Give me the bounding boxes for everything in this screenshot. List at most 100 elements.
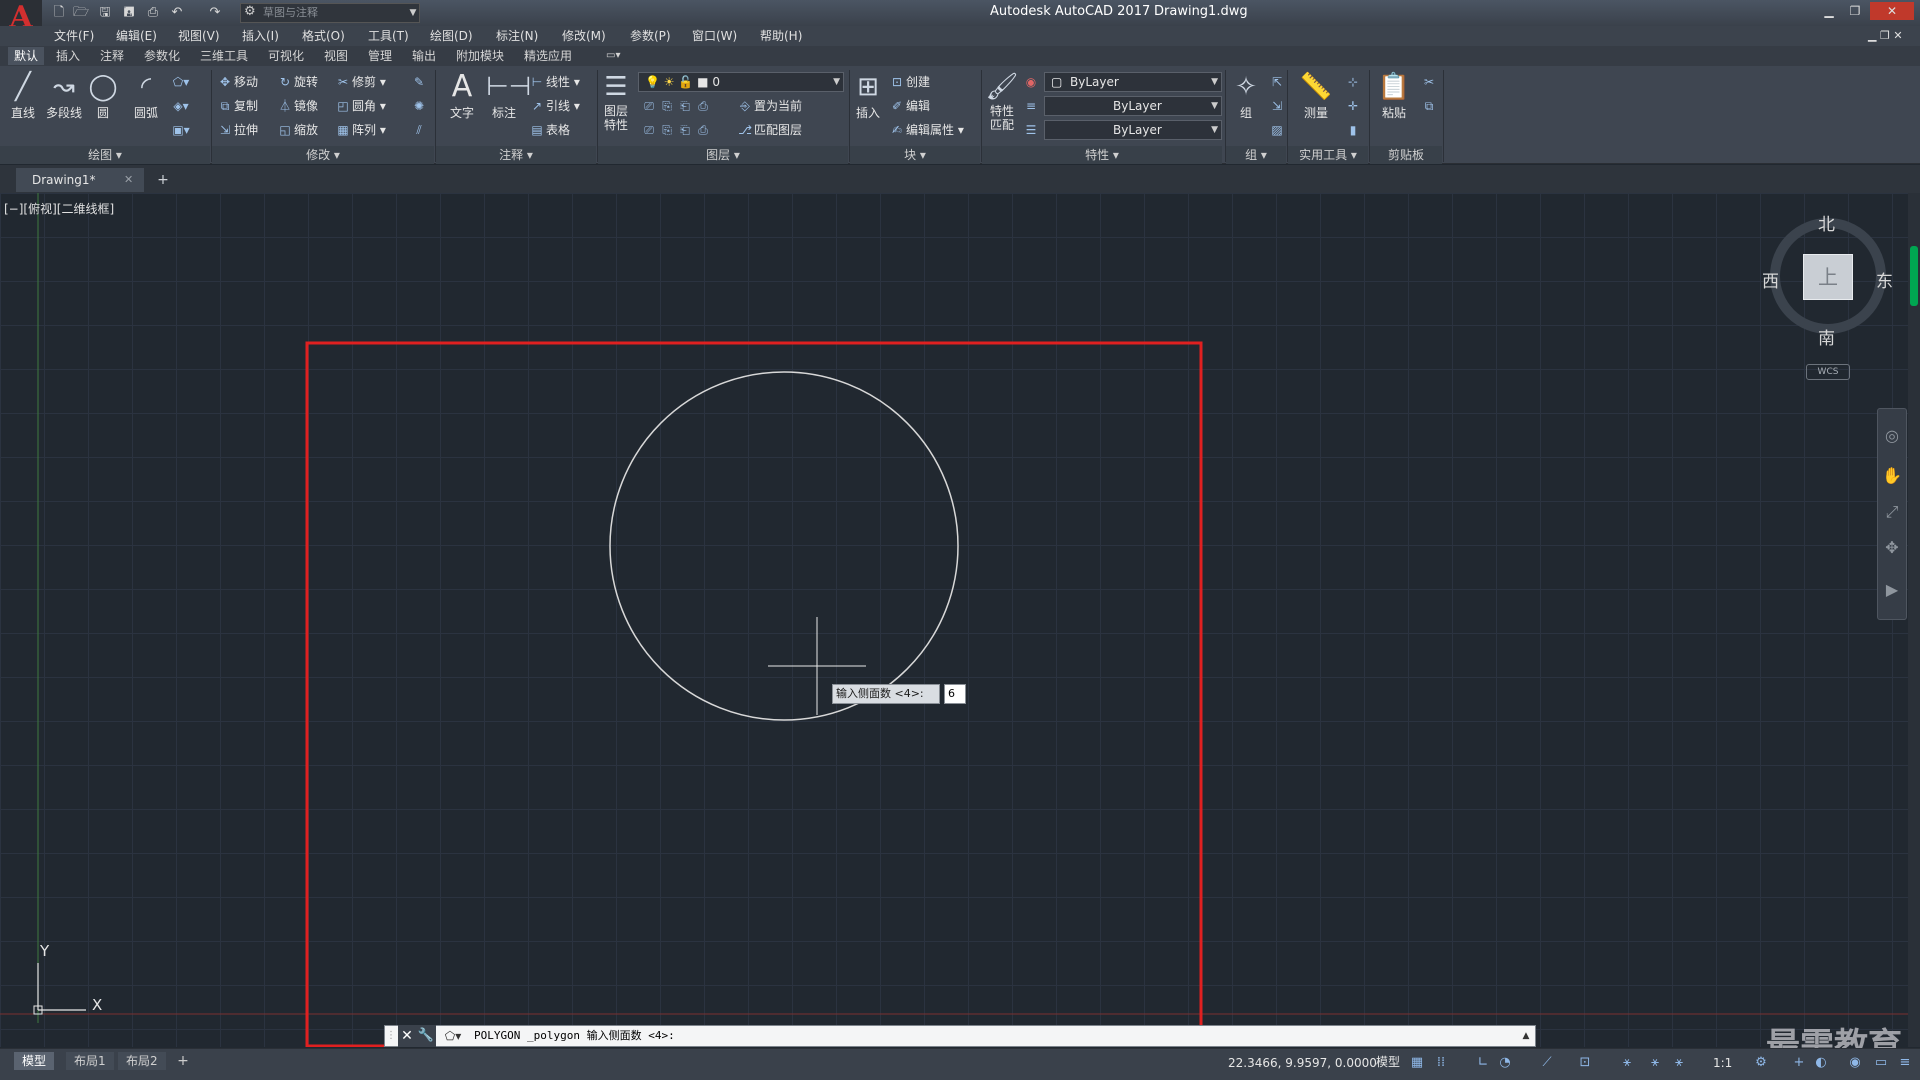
add-tab-icon[interactable]: + xyxy=(154,171,172,189)
viewcube-top-face[interactable]: 上 xyxy=(1803,254,1853,300)
layer-tools-row2-icon[interactable]: ⎚ ⎘ ⎗ ⎙ xyxy=(640,120,712,140)
menu-file[interactable]: 文件(F) xyxy=(54,27,94,45)
command-line-text[interactable]: POLYGON _polygon 输入侧面数 <4>: xyxy=(474,1025,675,1047)
coordinate-readout[interactable]: 22.3466, 9.9597, 0.0000 xyxy=(1228,1056,1377,1070)
layout-tab-layout2[interactable]: 布局2 xyxy=(118,1052,166,1070)
grid-icon[interactable]: ▦ xyxy=(1408,1054,1426,1072)
tab-visualize[interactable]: 可视化 xyxy=(262,47,310,65)
region-tool-icon[interactable]: ▣▾ xyxy=(172,120,190,140)
offset-icon[interactable]: ⫽ xyxy=(410,120,428,140)
linear-dim-button[interactable]: ⊢ 线性 ▾ xyxy=(528,72,580,92)
compass-west[interactable]: 西 xyxy=(1762,267,1779,292)
compass-east[interactable]: 东 xyxy=(1876,267,1893,292)
compass-north[interactable]: 北 xyxy=(1818,210,1835,235)
undo-icon[interactable]: ↶ xyxy=(168,4,186,21)
set-current-layer-button[interactable]: ⎆ 置为当前 xyxy=(736,96,802,116)
match-properties-button[interactable]: 🖌 特性 匹配 xyxy=(984,70,1020,132)
tab-annotate[interactable]: 注释 xyxy=(94,47,130,65)
layer-dropdown[interactable]: 💡 ☀ 🔓 ■ 0 ▼ xyxy=(638,72,844,92)
match-layer-button[interactable]: ⎇ 匹配图层 xyxy=(736,120,802,140)
utilities-panel-label[interactable]: 实用工具 ▾ xyxy=(1288,146,1368,164)
model-space-button[interactable]: 模型 xyxy=(1376,1053,1400,1070)
dynamic-input-field[interactable]: 6 xyxy=(944,684,966,704)
tab-manage[interactable]: 管理 xyxy=(362,47,398,65)
leader-button[interactable]: ↗ 引线 ▾ xyxy=(528,96,580,116)
point-style-icon[interactable]: ⊹ xyxy=(1344,72,1362,92)
close-window-icon[interactable]: ✕ xyxy=(1870,2,1914,20)
move-button[interactable]: ✥ 移动 xyxy=(216,72,258,92)
drag-handle-icon[interactable]: ⋮ xyxy=(386,1027,396,1045)
rotate-button[interactable]: ↻ 旋转 xyxy=(276,72,318,92)
explode-icon[interactable]: ✺ xyxy=(410,96,428,116)
save-icon[interactable]: 🖫 xyxy=(96,4,114,21)
cut-icon[interactable]: ✂ xyxy=(1420,72,1438,92)
block-panel-label[interactable]: 块 ▾ xyxy=(850,146,980,164)
copy-clip-icon[interactable]: ⧉ xyxy=(1420,96,1438,116)
hatch-tool-icon[interactable]: ◈▾ xyxy=(172,96,190,116)
tab-3d-tools[interactable]: 三维工具 xyxy=(194,47,254,65)
hardware-acceleration-icon[interactable]: ◉ xyxy=(1846,1054,1864,1072)
tab-view[interactable]: 视图 xyxy=(318,47,354,65)
vertical-scrollbar[interactable] xyxy=(1908,193,1920,1047)
save-as-icon[interactable]: 🖪 xyxy=(120,4,138,21)
annotation-autoscale-icon[interactable]: ⚹ xyxy=(1646,1054,1664,1072)
steering-wheel-icon[interactable]: ◎ xyxy=(1880,424,1904,448)
dimension-button[interactable]: ⊢⊣ 标注 xyxy=(486,70,531,121)
layout-tab-layout1[interactable]: 布局1 xyxy=(66,1052,114,1070)
clipboard-panel-label[interactable]: 剪贴板 xyxy=(1370,146,1442,164)
scrollbar-thumb[interactable] xyxy=(1910,246,1918,306)
scale-button[interactable]: ◱ 缩放 xyxy=(276,120,318,140)
ortho-icon[interactable]: ∟ xyxy=(1474,1054,1492,1072)
print-icon[interactable]: ⎙ xyxy=(144,4,162,21)
compass-south[interactable]: 南 xyxy=(1818,324,1835,349)
arc-button[interactable]: ◜ 圆弧 xyxy=(128,70,164,121)
layer-tools-row-icon[interactable]: ⎚ ⎘ ⎗ ⎙ xyxy=(640,96,712,116)
add-layout-icon[interactable]: + xyxy=(174,1052,192,1070)
layout-tab-model[interactable]: 模型 xyxy=(14,1052,55,1070)
group-select-icon[interactable]: ▨ xyxy=(1268,120,1286,140)
close-icon[interactable]: ✕ xyxy=(124,168,140,192)
annotation-panel-label[interactable]: 注释 ▾ xyxy=(436,146,596,164)
workspace-dropdown[interactable]: 草图与注释 xyxy=(240,3,420,23)
create-block-button[interactable]: ⊡ 创建 xyxy=(888,72,930,92)
trim-button[interactable]: ✂ 修剪 ▾ xyxy=(334,72,386,92)
new-file-icon[interactable]: 🗋 xyxy=(50,4,68,21)
showmotion-icon[interactable]: ▶ xyxy=(1880,578,1904,602)
annotation-scale-value[interactable]: 1:1 xyxy=(1713,1056,1732,1070)
id-point-icon[interactable]: ✛ xyxy=(1344,96,1362,116)
edit-block-button[interactable]: ✐ 编辑 xyxy=(888,96,930,116)
layer-properties-button[interactable]: ☰ 图层 特性 xyxy=(598,70,634,132)
menu-dimension[interactable]: 标注(N) xyxy=(496,27,538,45)
measure-button[interactable]: 📏 测量 xyxy=(1296,70,1336,121)
menu-edit[interactable]: 编辑(E) xyxy=(116,27,157,45)
tab-parametric[interactable]: 参数化 xyxy=(138,47,186,65)
close-icon[interactable]: ✕ xyxy=(398,1025,416,1047)
circle-button[interactable]: ◯ 圆 xyxy=(88,70,118,121)
color-wheel-icon[interactable]: ◉ xyxy=(1022,72,1040,92)
polar-icon[interactable]: ◔ xyxy=(1496,1054,1514,1072)
group-button[interactable]: ✧ 组 xyxy=(1228,70,1264,121)
layers-panel-label[interactable]: 图层 ▾ xyxy=(598,146,848,164)
menu-parametric[interactable]: 参数(P) xyxy=(630,27,671,45)
array-button[interactable]: ▦ 阵列 ▾ xyxy=(334,120,386,140)
tab-addins[interactable]: 附加模块 xyxy=(450,47,510,65)
isolate-objects-icon[interactable]: ◐ xyxy=(1812,1054,1830,1072)
orbit-icon[interactable]: ✥ xyxy=(1880,536,1904,560)
chevron-up-icon[interactable]: ▲ xyxy=(1518,1025,1534,1047)
recent-commands-icon[interactable]: ⬠▾ xyxy=(438,1025,468,1047)
open-file-icon[interactable]: 🗁 xyxy=(72,4,90,21)
menu-tools[interactable]: 工具(T) xyxy=(368,27,409,45)
wrench-icon[interactable]: 🔧 xyxy=(416,1025,436,1047)
osnap-icon[interactable]: ⊡ xyxy=(1576,1054,1594,1072)
maximize-icon[interactable]: ❐ xyxy=(1844,2,1866,20)
snap-icon[interactable]: ⁞⁞ xyxy=(1432,1054,1450,1072)
linetype-dropdown[interactable]: ByLayer ▼ xyxy=(1044,96,1222,116)
edit-attributes-button[interactable]: ✍ 编辑属性 ▾ xyxy=(888,120,964,140)
gear-icon[interactable]: ⚙ xyxy=(1752,1054,1770,1072)
paste-button[interactable]: 📋 粘贴 xyxy=(1376,70,1412,121)
menu-window[interactable]: 窗口(W) xyxy=(692,27,737,45)
calculator-icon[interactable]: ▮ xyxy=(1344,120,1362,140)
viewport-controls[interactable]: [−][俯视][二维线框] xyxy=(4,200,114,217)
polygon-tool-icon[interactable]: ⬠▾ xyxy=(172,72,190,92)
minimize-icon[interactable]: ▁ xyxy=(1818,2,1840,20)
